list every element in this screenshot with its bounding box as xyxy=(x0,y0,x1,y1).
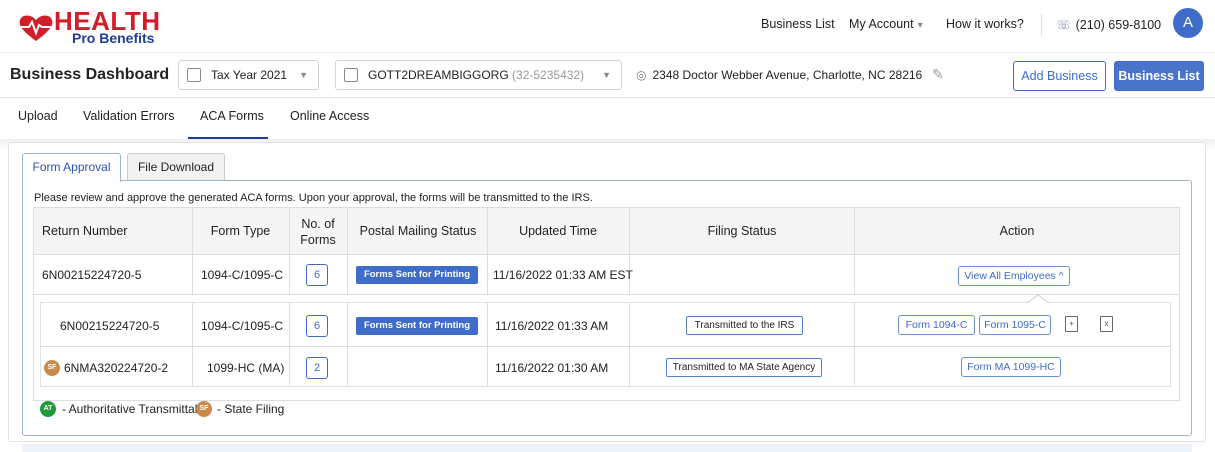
nav-my-account-label: My Account xyxy=(849,17,914,31)
header-form-type: Form Type xyxy=(210,224,271,238)
sub-return-number: 6N00215224720-5 xyxy=(60,319,160,333)
top-header: HEALTH Pro Benefits Business List My Acc… xyxy=(0,0,1215,52)
dashboard-toolbar: Business Dashboard Tax Year 2021 ▼ GOTT2… xyxy=(0,52,1215,98)
caret-up-icon xyxy=(1026,294,1050,304)
address-text: 2348 Doctor Webber Avenue, Charlotte, NC… xyxy=(652,68,923,82)
brand-subname: Pro Benefits xyxy=(72,30,155,46)
col-divider xyxy=(487,208,488,294)
business-list-button[interactable]: Business List xyxy=(1114,61,1204,91)
bottom-panel-strip xyxy=(22,444,1192,452)
col-divider xyxy=(629,303,630,387)
chevron-down-icon: ▾ xyxy=(917,20,923,31)
row-divider xyxy=(34,294,1179,295)
avatar[interactable]: A xyxy=(1173,8,1203,38)
legend-authoritative-transmittal: - Authoritative Transmittal xyxy=(62,402,198,416)
postal-status-badge: Forms Sent for Printing xyxy=(356,266,478,284)
location-pin-icon: ◎ xyxy=(636,68,647,82)
header-updated-time: Updated Time xyxy=(519,224,597,238)
col-divider xyxy=(289,208,290,294)
sub-form-type: 1094-C/1095-C xyxy=(201,319,284,333)
header-action: Action xyxy=(999,224,1035,238)
sub-updated-time: 11/16/2022 01:30 AM xyxy=(495,361,609,375)
add-business-button[interactable]: Add Business xyxy=(1013,61,1106,91)
col-divider xyxy=(347,208,348,294)
tab-online-access[interactable]: Online Access xyxy=(290,109,369,123)
business-name-value: GOTT2DREAMBIGGORG xyxy=(368,68,509,82)
state-filing-badge: SF xyxy=(44,360,60,376)
col-divider xyxy=(192,208,193,294)
subtab-form-approval[interactable]: Form Approval xyxy=(22,153,121,182)
chevron-down-icon: ▼ xyxy=(602,70,611,80)
header-return-number: Return Number xyxy=(42,224,128,238)
filing-status-badge: Transmitted to the IRS xyxy=(686,316,803,335)
sub-postal-status-badge: Forms Sent for Printing xyxy=(356,317,478,335)
sub-forms-count-button[interactable]: 6 xyxy=(306,315,328,337)
edit-pencil-icon[interactable]: ✎ xyxy=(932,66,944,83)
tab-aca-forms[interactable]: ACA Forms xyxy=(200,109,264,123)
excel-file-icon[interactable]: x xyxy=(1100,316,1113,332)
col-divider xyxy=(854,303,855,387)
nav-business-list[interactable]: Business List xyxy=(761,17,835,31)
nav-how-it-works[interactable]: How it works? xyxy=(946,17,1024,31)
col-divider xyxy=(289,303,290,387)
chevron-down-icon: ▼ xyxy=(299,70,308,80)
nav-my-account[interactable]: My Account ▾ xyxy=(849,17,923,31)
approval-notice: Please review and approve the generated … xyxy=(34,192,593,204)
page-title: Business Dashboard xyxy=(10,66,170,83)
filing-status-badge: Transmitted to MA State Agency xyxy=(666,358,822,377)
brand-logo[interactable]: HEALTH Pro Benefits xyxy=(18,8,168,46)
return-number: 6N00215224720-5 xyxy=(42,268,142,282)
col-divider xyxy=(487,303,488,387)
form-1094c-button[interactable]: Form 1094-C xyxy=(898,315,975,335)
header-no-of-forms: No. of Forms xyxy=(300,217,336,247)
tax-year-value: Tax Year 2021 xyxy=(211,68,288,82)
updated-time: 11/16/2022 01:33 AM EST xyxy=(493,268,633,282)
forms-count-button[interactable]: 6 xyxy=(306,264,328,286)
nav-divider xyxy=(1041,14,1042,36)
sub-return-number: 6NMA320224720-2 xyxy=(64,361,169,375)
authoritative-transmittal-badge: AT xyxy=(40,401,56,417)
phone-icon: ☏ xyxy=(1056,18,1072,32)
state-filing-legend-badge: SF xyxy=(196,401,212,417)
business-select[interactable]: GOTT2DREAMBIGGORG (32-5235432) ▼ xyxy=(335,60,622,90)
tab-upload[interactable]: Upload xyxy=(18,109,58,123)
form-type: 1094-C/1095-C xyxy=(201,268,284,282)
header-filing-status: Filing Status xyxy=(707,224,777,238)
phone-number[interactable]: ☏ (210) 659-8100 xyxy=(1056,17,1161,32)
subtab-file-download[interactable]: File Download xyxy=(127,153,225,181)
form-ma-1099hc-button[interactable]: Form MA 1099-HC xyxy=(961,357,1061,377)
form-1095c-button[interactable]: Form 1095-C xyxy=(979,315,1051,335)
business-ein: (32-5235432) xyxy=(512,68,585,82)
header-postal-mailing-status: Postal Mailing Status xyxy=(359,224,477,238)
building-icon xyxy=(344,68,358,82)
col-divider xyxy=(192,303,193,387)
row-divider xyxy=(41,346,1170,347)
calendar-icon xyxy=(187,68,201,82)
chevron-up-icon: ^ xyxy=(1058,270,1064,282)
view-all-employees-label: View All Employees xyxy=(964,270,1056,282)
tax-year-select[interactable]: Tax Year 2021 ▼ xyxy=(178,60,319,90)
legend-state-filing: - State Filing xyxy=(217,402,285,416)
phone-label: (210) 659-8100 xyxy=(1075,18,1162,32)
main-tabs: Upload Validation Errors ACA Forms Onlin… xyxy=(0,99,1215,140)
tab-validation-errors[interactable]: Validation Errors xyxy=(83,109,174,123)
view-all-employees-button[interactable]: View All Employees ^ xyxy=(958,266,1070,286)
sub-forms-count-button[interactable]: 2 xyxy=(306,357,328,379)
file-download-icon[interactable]: + xyxy=(1065,316,1078,332)
business-address: ◎ 2348 Doctor Webber Avenue, Charlotte, N… xyxy=(636,68,922,82)
heart-pulse-icon xyxy=(19,15,53,41)
col-divider xyxy=(347,303,348,387)
sub-form-type: 1099-HC (MA) xyxy=(207,361,285,375)
col-divider xyxy=(854,208,855,294)
sub-updated-time: 11/16/2022 01:33 AM xyxy=(495,319,609,333)
